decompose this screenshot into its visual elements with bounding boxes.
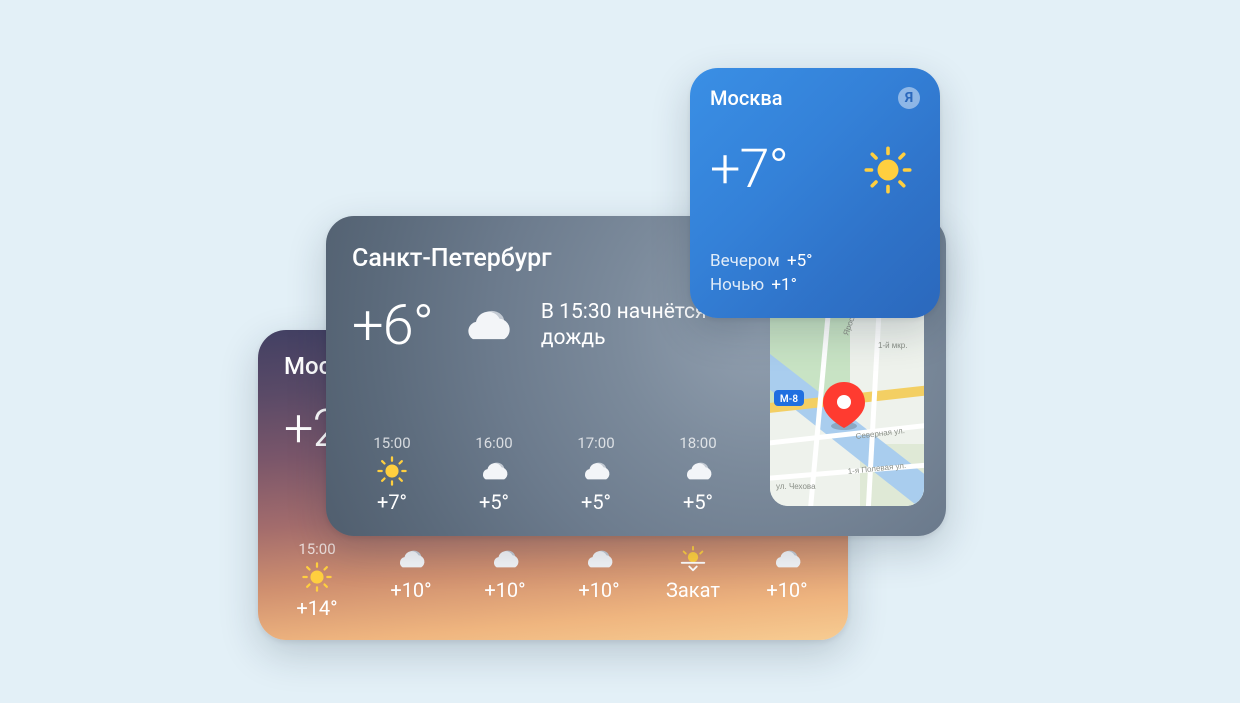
hour-cell: 17:00 +5° [556, 434, 636, 514]
hour-temp: +10° [578, 578, 619, 602]
hour-temp: +14° [296, 596, 337, 620]
hour-temp: +5° [581, 490, 611, 514]
hour-temp: Закат [666, 578, 720, 602]
svg-text:ул. Чехова: ул. Чехова [776, 482, 816, 491]
precipitation-map[interactable]: Окружной пр 1-й мкр. Ярославская Северна… [770, 294, 924, 506]
svg-text:М-8: М-8 [780, 394, 798, 405]
cloud-icon [683, 458, 713, 484]
weather-widget-small[interactable]: Москва Я +7° Вечером +5° Ночью +1° [690, 68, 940, 318]
daypart-temp: +1° [771, 275, 797, 295]
hour-time: 16:00 [475, 434, 512, 452]
hour-cell: 15:00 +14° [284, 540, 350, 620]
hour-temp: +7° [377, 490, 407, 514]
hourly-forecast: 15:00 +14° +10° +10° +10° Закат +10° [284, 540, 822, 620]
hour-temp: +5° [683, 490, 713, 514]
sun-icon [864, 146, 912, 194]
hour-temp: +10° [484, 578, 525, 602]
hour-temp: +10° [766, 578, 807, 602]
hour-cell: 15:00 +7° [352, 434, 432, 514]
city-name: Санкт-Петербург [352, 244, 552, 273]
svg-text:1-й мкр.: 1-й мкр. [878, 341, 907, 350]
sunset-icon [678, 546, 708, 572]
hour-time: 17:00 [577, 434, 614, 452]
daypart-label: Вечером [710, 251, 780, 271]
cloud-icon [479, 458, 509, 484]
hour-cell: +10° [472, 540, 538, 620]
hour-cell: 18:00 +5° [658, 434, 738, 514]
cloud-icon [772, 546, 802, 572]
cloud-icon [396, 546, 426, 572]
hour-cell: +10° [754, 540, 820, 620]
hour-time: 18:00 [679, 434, 716, 452]
daypart-label: Ночью [710, 275, 764, 295]
current-temperature: +7° [710, 138, 788, 201]
daypart-temp: +5° [787, 251, 813, 271]
daypart-forecast: Вечером +5° Ночью +1° [710, 249, 813, 298]
hour-cell: +10° [566, 540, 632, 620]
hour-cell: +10° [378, 540, 444, 620]
hour-cell: 16:00 +5° [454, 434, 534, 514]
hour-temp: +10° [390, 578, 431, 602]
hour-time: 15:00 [373, 434, 410, 452]
cloud-icon [457, 303, 517, 347]
hour-time: 15:00 [298, 540, 335, 558]
city-name: Москва [710, 86, 782, 110]
route-badge: М-8 [774, 390, 804, 406]
cloud-icon [490, 546, 520, 572]
hour-cell: Закат [660, 540, 726, 620]
hour-temp: +5° [479, 490, 509, 514]
cloud-icon [581, 458, 611, 484]
current-temperature: +6° [352, 292, 433, 358]
sun-icon [377, 458, 407, 484]
sun-icon [302, 564, 332, 590]
cloud-icon [584, 546, 614, 572]
yandex-icon: Я [898, 87, 920, 109]
hourly-forecast: 15:00 +7° 16:00 +5° 17:00 +5° 18:00 +5° [352, 434, 766, 514]
